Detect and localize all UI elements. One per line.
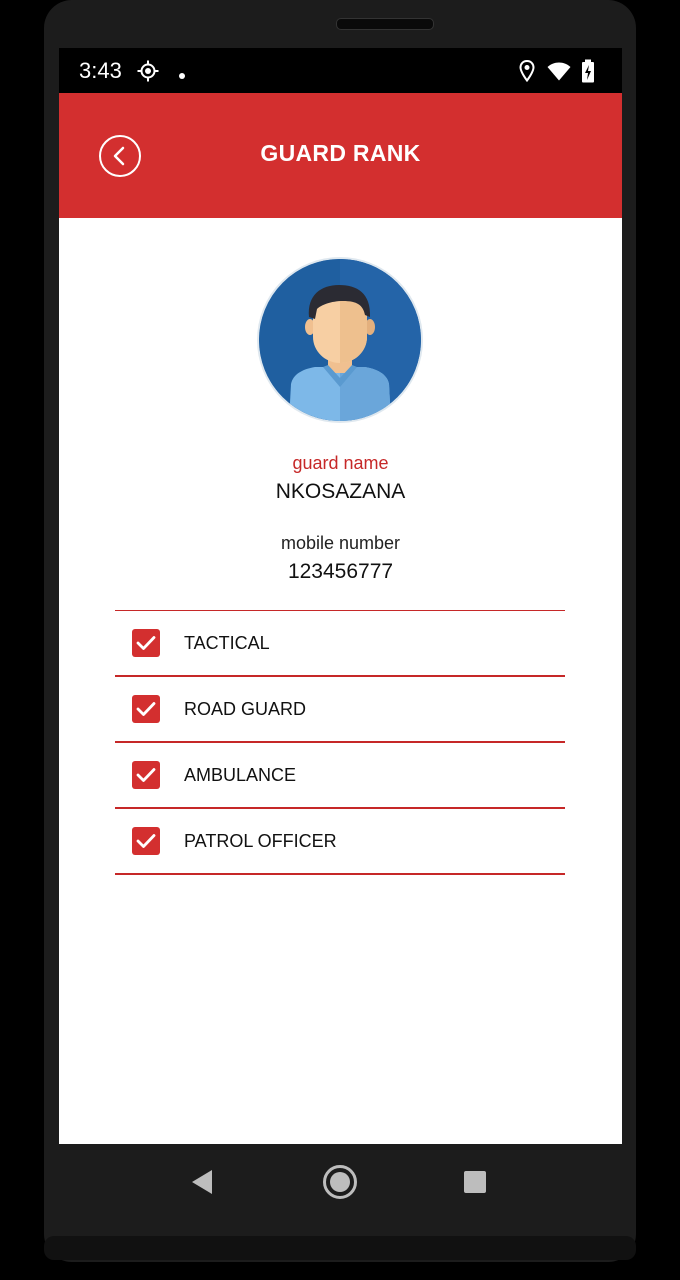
- rank-item-patrol-officer[interactable]: PATROL OFFICER: [115, 809, 565, 875]
- rank-item-ambulance[interactable]: AMBULANCE: [115, 743, 565, 809]
- guard-avatar-icon: [257, 257, 423, 423]
- rank-label: ROAD GUARD: [184, 698, 307, 719]
- app-bar: GUARD RANK: [59, 93, 622, 218]
- recents-square-icon[interactable]: [463, 1170, 487, 1199]
- rank-list: TACTICAL ROAD GUARD AMBULANCE PATROL OFF…: [115, 610, 565, 875]
- speaker-grille: [336, 18, 434, 30]
- mobile-number-value: 123456777: [287, 560, 394, 583]
- rank-item-tactical[interactable]: TACTICAL: [115, 611, 565, 677]
- rank-label: AMBULANCE: [184, 764, 297, 785]
- battery-charging-icon: [581, 59, 595, 88]
- system-nav-bar: [59, 1144, 622, 1220]
- checkbox-checked-icon[interactable]: [132, 761, 160, 789]
- location-icon: [519, 59, 535, 87]
- dot-icon: [178, 67, 186, 85]
- rank-label: PATROL OFFICER: [184, 830, 337, 851]
- home-circle-icon[interactable]: [322, 1164, 358, 1205]
- guard-name-value: NKOSAZANA: [275, 480, 406, 503]
- back-triangle-icon[interactable]: [190, 1168, 214, 1201]
- guard-name-label: guard name: [292, 453, 389, 473]
- gps-icon: [137, 60, 159, 87]
- wifi-icon: [547, 61, 571, 86]
- checkbox-checked-icon[interactable]: [132, 629, 160, 657]
- screen: GUARD RANK guard name NKOSAZANA mobile n…: [59, 93, 622, 1144]
- checkbox-checked-icon[interactable]: [132, 695, 160, 723]
- rank-item-road-guard[interactable]: ROAD GUARD: [115, 677, 565, 743]
- mobile-number-label: mobile number: [280, 533, 401, 553]
- status-time: 3:43: [79, 58, 122, 83]
- device-bottom-edge: [44, 1236, 636, 1260]
- page-title: GUARD RANK: [260, 140, 421, 166]
- rank-label: TACTICAL: [184, 632, 270, 653]
- status-bar: 3:43: [59, 48, 622, 93]
- checkbox-checked-icon[interactable]: [132, 827, 160, 855]
